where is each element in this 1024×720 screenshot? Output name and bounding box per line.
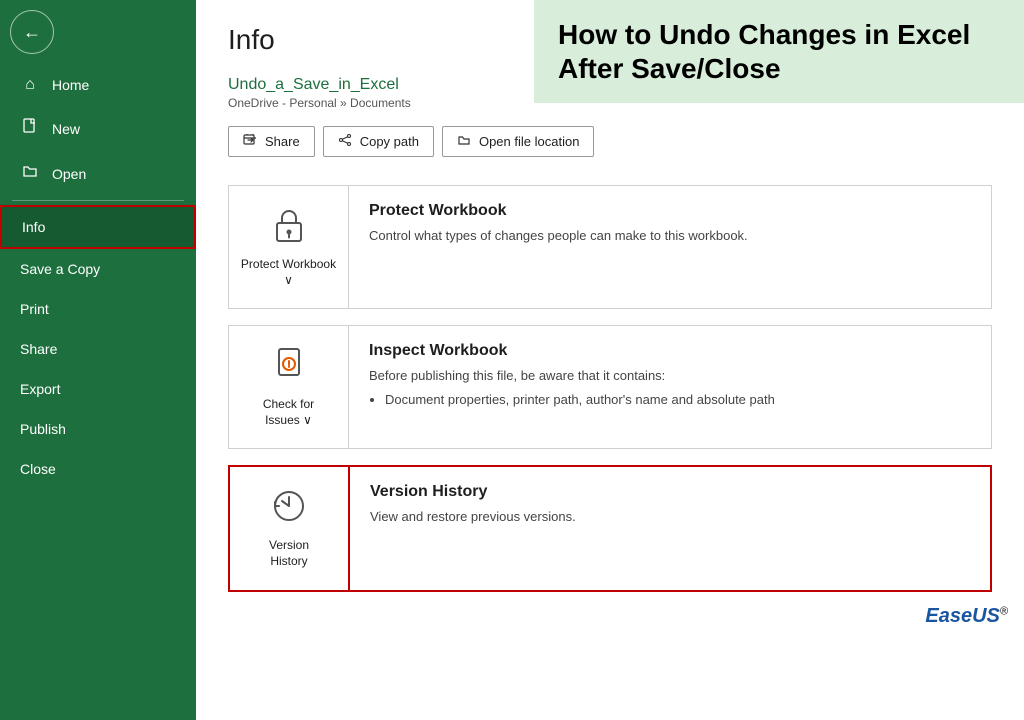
version-history-section[interactable]: VersionHistory Version History View and … — [228, 465, 992, 591]
sidebar-item-label: Publish — [20, 421, 66, 437]
sidebar-item-label: Close — [20, 461, 56, 477]
sidebar-item-label: Export — [20, 381, 60, 397]
inspect-icon — [271, 346, 307, 389]
sidebar-item-save-copy[interactable]: Save a Copy — [0, 249, 196, 289]
inspect-workbook-section[interactable]: Check forIssues ∨ Inspect Workbook Befor… — [228, 325, 992, 449]
easeus-logo: EaseUS® — [925, 605, 1008, 628]
action-buttons-row: Share Copy path Open file location — [228, 126, 992, 157]
protect-workbook-icon-area: Protect Workbook ∨ — [229, 186, 349, 308]
version-history-title: Version History — [370, 483, 970, 501]
sidebar-item-label: Print — [20, 301, 49, 317]
sidebar-item-label: Open — [52, 166, 86, 182]
back-button[interactable]: ← — [10, 10, 54, 54]
sidebar-item-open[interactable]: Open — [0, 151, 196, 196]
sidebar-item-label: Save a Copy — [20, 261, 100, 277]
tutorial-banner: How to Undo Changes in Excel After Save/… — [534, 0, 1024, 103]
sidebar-item-label: Info — [22, 219, 45, 235]
inspect-workbook-desc: Before publishing this file, be aware th… — [369, 366, 971, 409]
protect-workbook-icon-label: Protect Workbook ∨ — [239, 257, 338, 288]
sidebar-item-export[interactable]: Export — [0, 369, 196, 409]
sidebar-divider — [12, 200, 184, 201]
version-history-desc: View and restore previous versions. — [370, 507, 970, 527]
open-icon — [20, 163, 40, 184]
copy-path-button-label: Copy path — [360, 134, 419, 149]
sidebar: ← ⌂ Home New Open Info Save a Copy Print… — [0, 0, 196, 720]
inspect-workbook-content: Inspect Workbook Before publishing this … — [349, 326, 991, 448]
share-button-label: Share — [265, 134, 300, 149]
share-button[interactable]: Share — [228, 126, 315, 157]
protect-workbook-content: Protect Workbook Control what types of c… — [349, 186, 991, 308]
sidebar-item-publish[interactable]: Publish — [0, 409, 196, 449]
inspect-workbook-icon-label: Check forIssues ∨ — [263, 397, 314, 428]
protect-workbook-title: Protect Workbook — [369, 202, 971, 220]
new-icon — [20, 118, 40, 139]
sidebar-item-new[interactable]: New — [0, 106, 196, 151]
main-panel: How to Undo Changes in Excel After Save/… — [196, 0, 1024, 720]
sidebar-item-label: Share — [20, 341, 57, 357]
version-history-icon — [270, 487, 308, 530]
inspect-workbook-title: Inspect Workbook — [369, 342, 971, 360]
share-icon — [243, 133, 257, 150]
inspect-list-item: Document properties, printer path, autho… — [385, 390, 971, 410]
home-icon: ⌂ — [20, 76, 40, 94]
open-location-button[interactable]: Open file location — [442, 126, 594, 157]
sidebar-item-info[interactable]: Info — [0, 205, 196, 249]
version-history-icon-area: VersionHistory — [230, 467, 350, 589]
sidebar-item-close[interactable]: Close — [0, 449, 196, 489]
copy-path-button[interactable]: Copy path — [323, 126, 434, 157]
sidebar-item-print[interactable]: Print — [0, 289, 196, 329]
copy-path-icon — [338, 133, 352, 150]
open-location-icon — [457, 133, 471, 150]
banner-title: How to Undo Changes in Excel After Save/… — [558, 18, 1000, 85]
inspect-workbook-icon-area: Check forIssues ∨ — [229, 326, 349, 448]
sidebar-item-label: Home — [52, 77, 89, 93]
protect-workbook-desc: Control what types of changes people can… — [369, 226, 971, 246]
lock-icon — [271, 206, 307, 249]
open-location-button-label: Open file location — [479, 134, 579, 149]
sidebar-item-home[interactable]: ⌂ Home — [0, 64, 196, 106]
version-history-content: Version History View and restore previou… — [350, 467, 990, 589]
version-history-icon-label: VersionHistory — [269, 538, 309, 569]
protect-workbook-section[interactable]: Protect Workbook ∨ Protect Workbook Cont… — [228, 185, 992, 309]
sidebar-item-label: New — [52, 121, 80, 137]
sidebar-item-share[interactable]: Share — [0, 329, 196, 369]
